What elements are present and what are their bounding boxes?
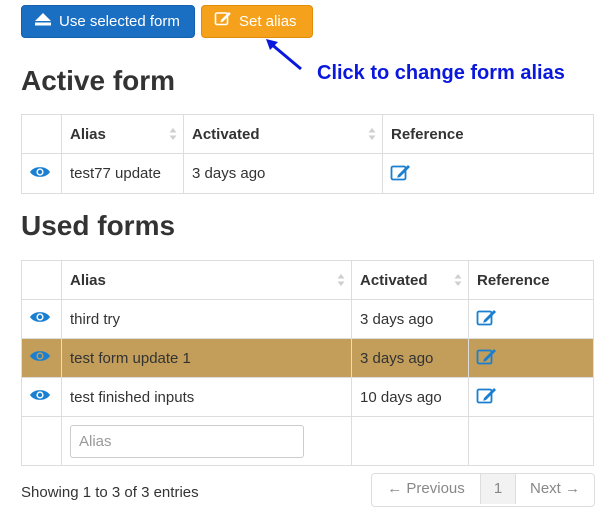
table-header-row: Alias Activated Reference (21, 260, 594, 300)
sort-icon (169, 128, 177, 140)
annotation-text: Click to change form alias (317, 62, 565, 84)
set-alias-button[interactable]: Set alias (201, 5, 313, 38)
alias-cell: test form update 1 (61, 338, 352, 378)
active-form-table: Alias Activated Reference test77 update … (21, 114, 594, 194)
pagination: ← Previous 1 Next → (371, 473, 595, 507)
alias-filter-input[interactable] (70, 424, 304, 458)
table-header-row: Alias Activated Reference (21, 114, 594, 154)
set-alias-label: Set alias (239, 13, 297, 30)
edit-icon (214, 6, 232, 37)
alias-cell: third try (61, 299, 352, 339)
activated-cell: 3 days ago (351, 299, 469, 339)
table-row[interactable]: third try 3 days ago (21, 299, 594, 339)
activated-cell: 10 days ago (351, 377, 469, 417)
alias-cell: test finished inputs (61, 377, 352, 417)
annotation-arrow-icon (266, 39, 302, 71)
active-form-heading: Active form (21, 65, 176, 96)
eye-icon[interactable] (29, 165, 51, 179)
activated-column-header[interactable]: Activated (183, 114, 383, 154)
eye-icon[interactable] (29, 310, 51, 324)
page-1-button[interactable]: 1 (480, 474, 515, 504)
use-selected-form-button[interactable]: Use selected form (21, 5, 195, 38)
activated-cell: 3 days ago (351, 338, 469, 378)
use-selected-form-label: Use selected form (59, 13, 180, 30)
reference-column-header: Reference (468, 260, 594, 300)
select-column-header (21, 260, 62, 300)
edit-icon[interactable] (390, 163, 412, 181)
table-row-selected[interactable]: test form update 1 3 days ago (21, 338, 594, 378)
alias-column-header[interactable]: Alias (61, 260, 352, 300)
alias-cell: test77 update (61, 153, 184, 194)
edit-icon[interactable] (476, 308, 498, 326)
table-info-text: Showing 1 to 3 of 3 entries (21, 484, 199, 501)
eject-icon (34, 6, 52, 37)
next-page-button[interactable]: Next → (515, 474, 594, 504)
table-row[interactable]: test77 update 3 days ago (21, 153, 594, 194)
eye-icon[interactable] (29, 349, 51, 363)
edit-icon[interactable] (476, 347, 498, 365)
previous-page-button[interactable]: ← Previous (372, 474, 480, 504)
used-forms-table: Alias Activated Reference third try 3 da… (21, 260, 594, 466)
sort-icon (454, 274, 462, 286)
reference-column-header: Reference (382, 114, 594, 154)
table-row[interactable]: test finished inputs 10 days ago (21, 377, 594, 417)
sort-icon (368, 128, 376, 140)
sort-icon (337, 274, 345, 286)
eye-icon[interactable] (29, 388, 51, 402)
filter-row (21, 416, 594, 466)
activated-cell: 3 days ago (183, 153, 383, 194)
alias-column-header[interactable]: Alias (61, 114, 184, 154)
used-forms-heading: Used forms (21, 210, 176, 241)
edit-icon[interactable] (476, 386, 498, 404)
activated-column-header[interactable]: Activated (351, 260, 469, 300)
select-column-header (21, 114, 62, 154)
